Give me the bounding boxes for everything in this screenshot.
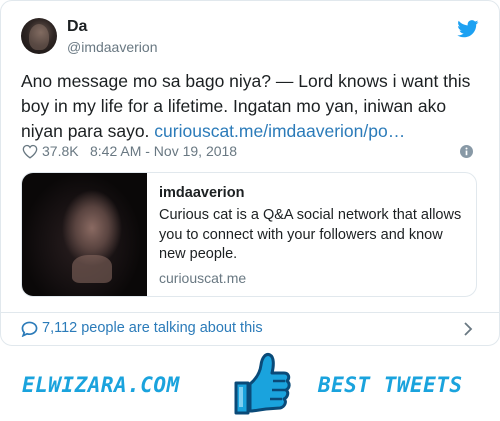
link-title: imdaaverion [159,185,245,201]
link-thumbnail [22,173,147,296]
talking-count[interactable]: 7,112 people are talking about this [42,320,263,336]
info-icon[interactable] [460,145,473,158]
site-banner: ELWIZARA.COM BEST TWEETS [0,349,500,421]
chevron-right-icon[interactable] [463,322,473,336]
tweet-link[interactable]: curiouscat.me/imdaaverion/po… [154,121,405,141]
heart-icon[interactable] [22,144,38,159]
banner-site-name[interactable]: ELWIZARA.COM [22,373,180,397]
link-domain: curiouscat.me [159,269,247,286]
like-count[interactable]: 37.8K [42,143,79,159]
author-name[interactable]: Da [67,18,87,36]
thumbs-up-icon [234,353,291,415]
link-body: imdaaverion Curious cat is a Q&A social … [159,183,465,286]
timestamp[interactable]: 8:42 AM - Nov 19, 2018 [90,143,237,159]
divider [1,312,500,313]
link-description: Curious cat is a Q&A social network that… [159,207,462,262]
tweet-text: Ano message mo sa bago niya? — Lord know… [21,69,487,144]
link-preview-card[interactable]: imdaaverion Curious cat is a Q&A social … [21,172,477,297]
author-handle[interactable]: @imdaaverion [67,39,157,55]
banner-tagline: BEST TWEETS [318,373,463,397]
twitter-bird-icon[interactable] [457,20,479,38]
tweet-card: Da @imdaaverion Ano message mo sa bago n… [0,0,500,346]
conversation-link[interactable]: 7,112 people are talking about this [21,319,479,341]
tweet-meta: 37.8K 8:42 AM - Nov 19, 2018 [21,142,479,162]
comment-icon [21,321,38,337]
tweet-header: Da @imdaaverion [21,18,479,58]
avatar[interactable] [21,18,57,54]
